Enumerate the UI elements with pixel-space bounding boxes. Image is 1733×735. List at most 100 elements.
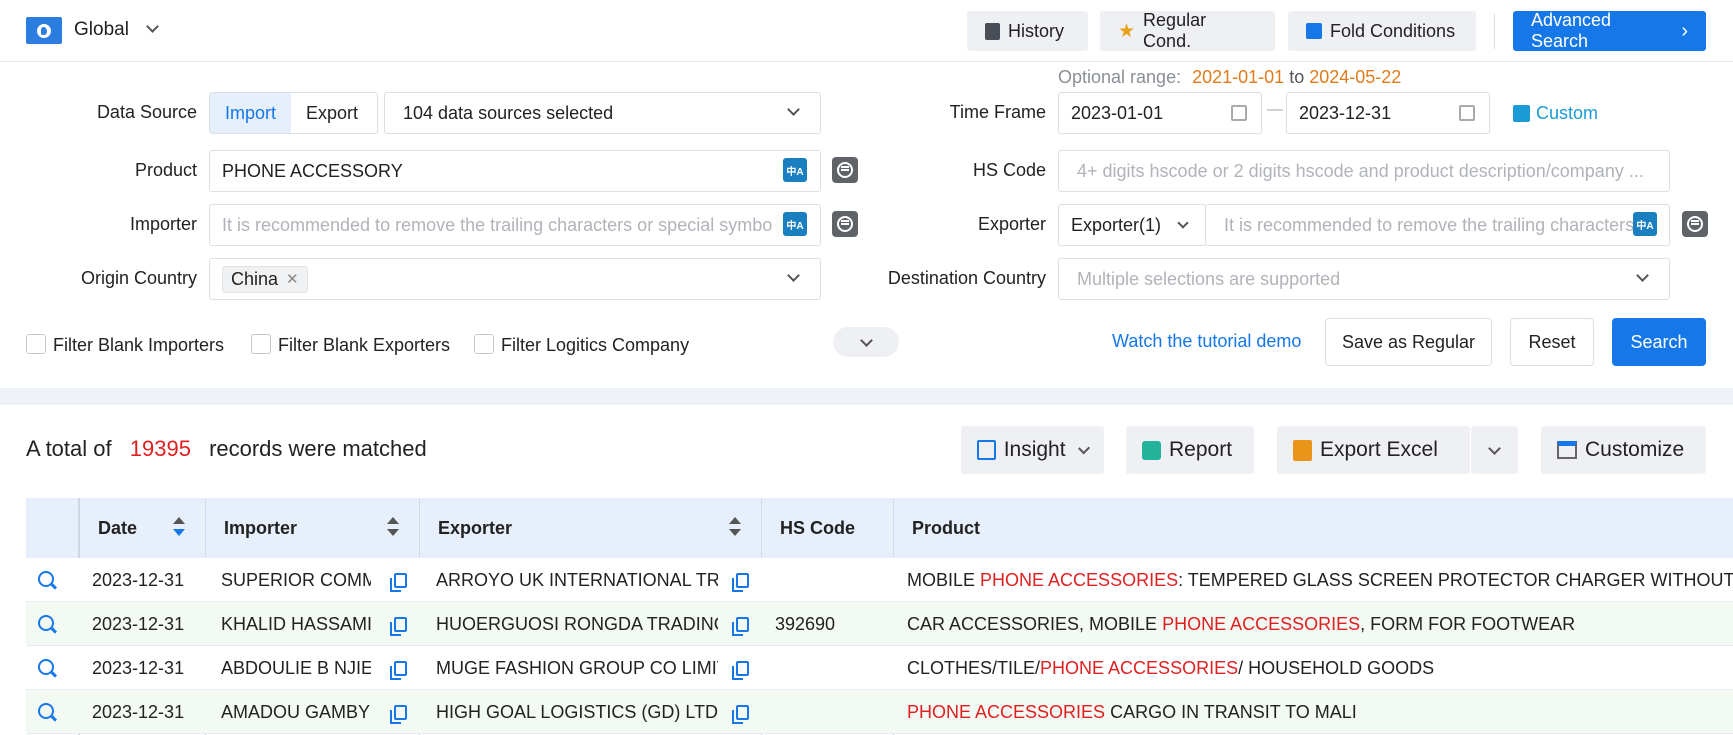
filter-blank-importers-label: Filter Blank Importers (53, 335, 225, 355)
cell-product: CLOTHES/TILE/PHONE ACCESSORIES/ HOUSEHOL… (907, 658, 1435, 678)
export-tab[interactable]: Export (291, 93, 373, 133)
excel-icon (1293, 439, 1312, 461)
import-export-toggle: Import Export (209, 92, 378, 134)
columns-icon (1557, 441, 1577, 459)
importer-label: Importer (129, 214, 197, 234)
filter-logistics-checkbox[interactable] (474, 334, 494, 354)
results-count: 19395 (129, 436, 191, 461)
date-separator: — (1267, 101, 1283, 118)
cell-hs-code: 392690 (775, 614, 836, 634)
chevron-down-icon (859, 333, 873, 347)
destination-country-label: Destination Country (887, 268, 1046, 288)
calendar-icon (1231, 105, 1247, 121)
chevron-down-icon (787, 103, 800, 116)
expand-filters-button[interactable] (833, 327, 899, 357)
translate-icon[interactable]: 中A (783, 212, 807, 236)
exporter-input[interactable]: It is recommended to remove the trailing… (1205, 204, 1670, 246)
globe-icon[interactable] (26, 17, 62, 44)
hs-code-input[interactable]: 4+ digits hscode or 2 digits hscode and … (1058, 150, 1670, 192)
sort-icon[interactable] (387, 517, 399, 539)
history-button[interactable]: History (967, 11, 1088, 51)
copy-icon[interactable] (390, 705, 407, 724)
data-source-label: Data Source (96, 102, 197, 122)
close-icon[interactable]: ✕ (286, 270, 299, 288)
sort-icon[interactable] (729, 517, 741, 539)
highlighted-term: PHONE ACCESSORIES (1040, 658, 1239, 678)
destination-country-select[interactable]: Multiple selections are supported (1058, 258, 1670, 300)
import-tab[interactable]: Import (210, 93, 292, 133)
chevron-down-icon (1636, 269, 1649, 282)
hs-code-label: HS Code (972, 160, 1046, 180)
search-icon[interactable] (38, 615, 54, 631)
section-divider (0, 388, 1733, 405)
collapse-icon (1306, 23, 1322, 39)
highlighted-term: PHONE ACCESSORIES (980, 570, 1179, 590)
copy-icon[interactable] (390, 573, 407, 592)
data-sources-select[interactable]: 104 data sources selected (384, 92, 821, 134)
highlighted-term: PHONE ACCESSORIES (1162, 614, 1361, 634)
date-from-input[interactable]: 2023-01-01 (1058, 92, 1262, 134)
report-icon (1142, 440, 1161, 460)
copy-icon[interactable] (732, 705, 749, 724)
translate-icon[interactable]: 中A (783, 158, 807, 182)
cell-exporter[interactable]: ARROYO UK INTERNATIONAL TRA (436, 570, 718, 591)
export-excel-button[interactable]: Export Excel (1277, 426, 1470, 474)
customize-button[interactable]: Customize (1541, 426, 1706, 474)
cell-importer[interactable]: SUPERIOR COMM (221, 570, 371, 591)
translate-icon[interactable]: 中A (1633, 212, 1657, 236)
cell-date: 2023-12-31 (92, 570, 185, 590)
importer-input[interactable]: It is recommended to remove the trailing… (209, 204, 821, 246)
scope-selector[interactable]: Global (74, 19, 160, 41)
scope-label: Global (74, 19, 129, 40)
product-label: Product (134, 160, 197, 180)
cell-importer[interactable]: AMADOU GAMBY (221, 702, 371, 723)
filter-blank-exporters-checkbox[interactable] (251, 334, 271, 354)
fold-conditions-button[interactable]: Fold Conditions (1288, 11, 1476, 51)
date-to-input[interactable]: 2023-12-31 (1286, 92, 1490, 134)
column-header-exporter[interactable]: Exporter (420, 498, 761, 558)
search-icon[interactable] (38, 571, 54, 587)
clear-filter-icon[interactable] (1682, 211, 1708, 237)
cell-date: 2023-12-31 (92, 658, 185, 678)
copy-icon[interactable] (732, 661, 749, 680)
origin-country-select[interactable]: China ✕ (209, 258, 821, 300)
clear-filter-icon[interactable] (832, 157, 858, 183)
tutorial-link[interactable]: Watch the tutorial demo (1112, 331, 1301, 352)
cell-exporter[interactable]: MUGE FASHION GROUP CO LIMITE (436, 658, 718, 679)
copy-icon[interactable] (732, 617, 749, 636)
search-icon[interactable] (38, 703, 54, 719)
chevron-right-icon: › (1681, 19, 1688, 42)
column-header-product: Product (912, 517, 981, 538)
chevron-down-icon (146, 20, 160, 33)
cell-importer[interactable]: KHALID HASSAMI (221, 614, 371, 635)
origin-country-label: Origin Country (80, 268, 197, 288)
insight-button[interactable]: Insight (961, 426, 1104, 474)
search-icon[interactable] (38, 659, 54, 675)
advanced-search-button[interactable]: Advanced Search › (1513, 10, 1706, 51)
column-header-date[interactable]: Date (80, 498, 205, 558)
cell-exporter[interactable]: HUOERGUOSI RONGDA TRADING (436, 614, 718, 635)
reset-button[interactable]: Reset (1510, 318, 1594, 366)
time-frame-label: Time Frame (949, 102, 1046, 122)
custom-range-button[interactable]: Custom (1513, 103, 1598, 124)
copy-icon[interactable] (390, 661, 407, 680)
copy-icon[interactable] (732, 573, 749, 592)
copy-icon[interactable] (390, 617, 407, 636)
regular-conditions-button[interactable]: ★ Regular Cond. (1100, 10, 1275, 51)
sort-icon[interactable] (173, 517, 185, 539)
search-button[interactable]: Search (1612, 318, 1706, 366)
filter-blank-importers-checkbox[interactable] (26, 334, 46, 354)
save-as-regular-button[interactable]: Save as Regular (1325, 318, 1492, 366)
cell-importer[interactable]: ABDOULIE B NJIE (221, 658, 371, 679)
product-input[interactable]: PHONE ACCESSORY (209, 150, 821, 192)
report-button[interactable]: Report (1126, 426, 1254, 474)
column-header-hs-code: HS Code (780, 517, 856, 538)
highlighted-term: PHONE ACCESSORIES (907, 702, 1106, 722)
cell-exporter[interactable]: HIGH GOAL LOGISTICS (GD) LTD (436, 702, 718, 723)
export-options-button[interactable] (1471, 426, 1518, 474)
country-chip: China ✕ (222, 265, 308, 293)
divider (1494, 13, 1495, 49)
cell-product: CAR ACCESSORIES, MOBILE PHONE ACCESSORIE… (907, 614, 1576, 634)
clear-filter-icon[interactable] (832, 211, 858, 237)
exporter-mode-select[interactable]: Exporter(1) (1058, 204, 1206, 246)
